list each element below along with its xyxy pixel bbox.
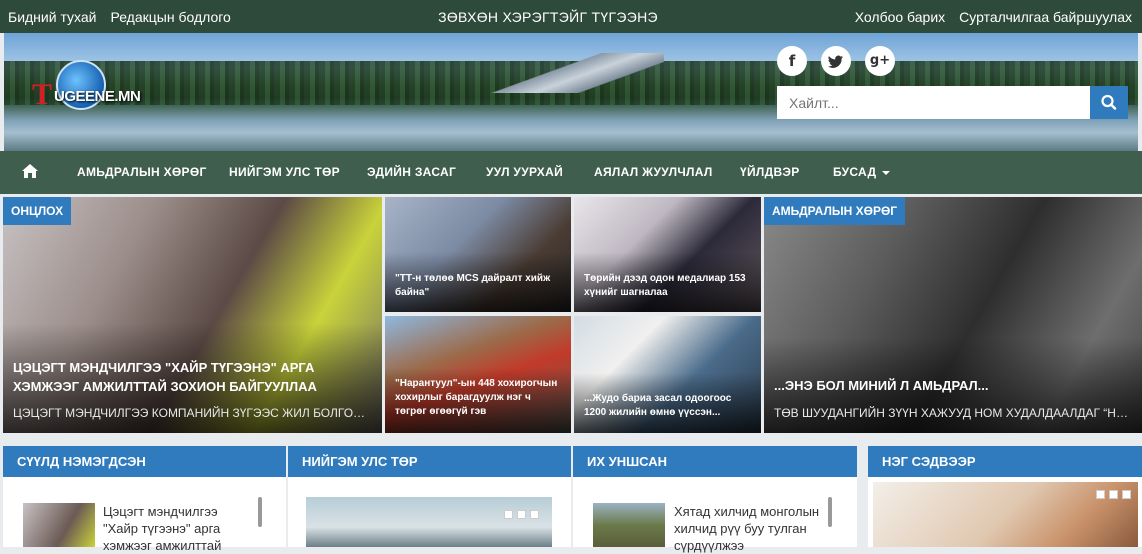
advertise-link[interactable]: Сурталчилгаа байршуулах <box>959 9 1132 25</box>
slider-dot[interactable] <box>1096 490 1105 499</box>
popular-panel: Хятад хилчид монголын хилчид рүү буу тул… <box>573 477 857 553</box>
society-slider-dots <box>504 510 539 519</box>
top-bar: Бидний тухай Редакцын бодлого ЗӨВХӨН ХЭР… <box>0 0 1142 33</box>
latest-item-title[interactable]: Цэцэгт мэндчилгээ "Хайр түгээнэ" арга хэ… <box>103 503 253 554</box>
popular-panel-header: ИХ УНШСАН <box>573 446 857 477</box>
featured-right-subtitle: ТӨВ ШУУДАНГИЙН ЗҮҮН ХАЖУУД НОМ ХУДАЛДААЛ… <box>774 406 1132 420</box>
news-card-judo[interactable]: ...Жудо бариа засал одоогоос 1200 жилийн… <box>574 316 761 433</box>
contact-link[interactable]: Холбоо барих <box>855 9 945 25</box>
search-input[interactable] <box>777 86 1090 119</box>
news-card-mcs[interactable]: "ТТ-н төлөө MCS дайралт хийж байна" <box>385 197 571 312</box>
slider-dot[interactable] <box>504 510 513 519</box>
popular-thumbnail[interactable] <box>593 503 665 547</box>
society-slide-image[interactable] <box>306 497 552 547</box>
slider-dot[interactable] <box>1109 490 1118 499</box>
nav-economy[interactable]: ЭДИЙН ЗАСАГ <box>367 165 456 179</box>
nav-tourism[interactable]: АЯЛАЛ ЖУУЛЧЛАЛ <box>594 165 713 179</box>
news-card-narantuul[interactable]: "Нарантуул"-ын 448 хохирогчын хохирлыг б… <box>385 316 571 433</box>
featured-right-card[interactable]: АМЬДРАЛЫН ХӨРӨГ ...ЭНЭ БОЛ МИНИЙ Л АМЬДР… <box>764 197 1142 433</box>
featured-tag: ОНЦЛОХ <box>3 197 72 225</box>
logo-letter: T <box>32 78 53 111</box>
news-card-medals[interactable]: Төрийн дээд одон медалиар 153 хүнийг шаг… <box>574 197 761 312</box>
slider-dot[interactable] <box>530 510 539 519</box>
news-card-title: ...Жудо бариа засал одоогоос 1200 жилийн… <box>584 393 732 418</box>
latest-scrollbar[interactable] <box>258 497 262 527</box>
news-card-title: Төрийн дээд одон медалиар 153 хүнийг шаг… <box>584 273 746 298</box>
topic-panel <box>868 477 1142 547</box>
latest-panel-header: СҮҮЛД НЭМЭГДСЭН <box>3 446 286 477</box>
home-icon[interactable] <box>22 164 38 183</box>
life-portrait-tag: АМЬДРАЛЫН ХӨРӨГ <box>764 197 906 225</box>
featured-main-card[interactable]: ОНЦЛОХ ЦЭЦЭГТ МЭНДЧИЛГЭЭ "ХАЙР ТҮГЭЭНЭ" … <box>3 197 382 433</box>
news-card-title: "ТТ-н төлөө MCS дайралт хийж байна" <box>395 273 551 298</box>
society-panel-header: НИЙГЭМ УЛС ТӨР <box>288 446 571 477</box>
nav-society-politics[interactable]: НИЙГЭМ УЛС ТӨР <box>229 165 340 179</box>
popular-scrollbar[interactable] <box>828 497 832 527</box>
facebook-icon[interactable]: f <box>777 46 807 76</box>
twitter-bird-icon <box>828 55 843 68</box>
popular-item-title[interactable]: Хятад хилчид монголын хилчид рүү буу тул… <box>674 503 824 554</box>
news-card-title: "Нарантуул"-ын 448 хохирогчын хохирлыг б… <box>395 378 558 417</box>
nav-industry[interactable]: ҮЙЛДВЭР <box>740 165 800 179</box>
nav-mining[interactable]: УУЛ УУРХАЙ <box>486 165 563 179</box>
topic-panel-header: НЭГ СЭДВЭЭР <box>868 446 1142 477</box>
latest-panel: Цэцэгт мэндчилгээ "Хайр түгээнэ" арга хэ… <box>3 477 286 553</box>
main-navigation: АМЬДРАЛЫН ХӨРӨГ НИЙГЭМ УЛС ТӨР ЭДИЙН ЗАС… <box>0 151 1142 194</box>
nav-more[interactable]: БУСАД <box>833 165 891 179</box>
nav-more-label: БУСАД <box>833 165 877 179</box>
search-icon <box>1101 94 1117 110</box>
featured-main-title: ЦЭЦЭГТ МЭНДЧИЛГЭЭ "ХАЙР ТҮГЭЭНЭ" АРГА ХЭ… <box>13 360 317 394</box>
topic-slider-dots <box>1096 490 1131 499</box>
logo-text: UGEENE.MN <box>54 88 141 105</box>
caret-down-icon <box>882 170 891 175</box>
banner-mountain <box>484 53 664 93</box>
google-plus-icon[interactable]: g+ <box>865 46 895 76</box>
twitter-icon[interactable] <box>821 46 851 76</box>
featured-right-title: ...ЭНЭ БОЛ МИНИЙ Л АМЬДРАЛ... <box>774 378 989 393</box>
featured-main-subtitle: ЦЭЦЭГТ МЭНДЧИЛГЭЭ КОМПАНИЙН ЗҮГЭЭС ЖИЛ Б… <box>13 406 372 420</box>
nav-life-portrait[interactable]: АМЬДРАЛЫН ХӨРӨГ <box>77 165 207 179</box>
latest-thumbnail[interactable] <box>23 503 95 547</box>
slider-dot[interactable] <box>1122 490 1131 499</box>
search-button[interactable] <box>1090 86 1128 119</box>
slider-dot[interactable] <box>517 510 526 519</box>
society-panel <box>288 477 571 547</box>
site-logo[interactable]: T UGEENE.MN <box>30 60 150 114</box>
